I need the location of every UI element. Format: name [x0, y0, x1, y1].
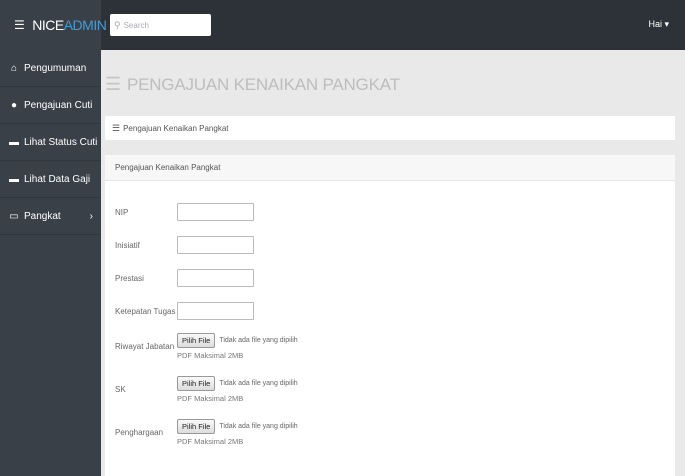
sidebar-item-pengumuman[interactable]: ⌂ Pengumuman — [0, 50, 101, 87]
sidebar-item-label: Pengajuan Cuti — [24, 99, 93, 111]
brand-name-part1: NICE — [32, 17, 64, 33]
choose-file-button[interactable]: Pilih File — [177, 333, 216, 348]
file-upload: Pilih File Tidak ada file yang dipilih P… — [177, 376, 298, 403]
file-status: Tidak ada file yang dipilih — [219, 423, 298, 430]
nip-label: NIP — [115, 207, 129, 217]
inisiatif-field[interactable] — [177, 236, 254, 254]
file-line: Pilih File Tidak ada file yang dipilih — [177, 376, 298, 391]
ketepatan-tugas-field[interactable] — [177, 302, 254, 320]
file-hint: PDF Maksimal 2MB — [177, 437, 244, 446]
file-line: Pilih File Tidak ada file yang dipilih — [177, 419, 298, 434]
sidebar-item-label: Pangkat — [24, 210, 61, 222]
riwayat-jabatan-label: Riwayat Jabatan — [115, 342, 175, 351]
search-box: ⚲ — [110, 14, 211, 36]
hamburger-icon[interactable]: ☰ — [14, 18, 25, 32]
sidebar-item-label: Pengumuman — [24, 62, 87, 74]
breadcrumb-item[interactable]: Pengajuan Kenaikan Pangkat — [123, 124, 228, 133]
search-icon: ⚲ — [114, 19, 121, 30]
dash-icon: ▬ — [9, 173, 19, 185]
page-title: ☰ PENGAJUAN KENAIKAN PANGKAT — [105, 74, 400, 95]
file-line: Pilih File Tidak ada file yang dipilih — [177, 333, 298, 348]
inisiatif-label: Inisiatif — [115, 240, 140, 250]
file-status: Tidak ada file yang dipilih — [219, 337, 298, 344]
circle-icon: ● — [10, 99, 18, 111]
sidebar-item-lihat-status-cuti[interactable]: ▬ Lihat Status Cuti — [0, 124, 101, 161]
riwayat-jabatan-row: Riwayat Jabatan Pilih File Tidak ada fil… — [115, 333, 298, 360]
file-hint: PDF Maksimal 2MB — [177, 351, 244, 360]
dash-icon: ▬ — [9, 136, 19, 148]
chevron-right-icon: › — [89, 210, 93, 222]
breadcrumb: ☰ Pengajuan Kenaikan Pangkat — [105, 116, 675, 140]
brand-logo[interactable]: ☰ NICE ADMIN — [0, 0, 107, 50]
choose-file-button[interactable]: Pilih File — [177, 376, 216, 391]
nip-field[interactable] — [177, 203, 254, 221]
file-upload: Pilih File Tidak ada file yang dipilih P… — [177, 419, 298, 446]
main-content: ☰ PENGAJUAN KENAIKAN PANGKAT ☰ Pengajuan… — [101, 50, 685, 476]
file-status: Tidak ada file yang dipilih — [219, 380, 298, 387]
prestasi-field[interactable] — [177, 269, 254, 287]
ketepatan-tugas-row: Ketepatan Tugas — [115, 302, 254, 320]
sk-row: SK Pilih File Tidak ada file yang dipili… — [115, 376, 298, 403]
list-icon: ☰ — [105, 74, 121, 94]
search-input[interactable] — [123, 20, 202, 30]
sidebar-item-pengajuan-cuti[interactable]: ● Pengajuan Cuti — [0, 87, 101, 124]
panel-heading: Pengajuan Kenaikan Pangkat — [105, 155, 675, 181]
ketepatan-tugas-label: Ketepatan Tugas — [115, 306, 176, 316]
monitor-icon: ▭ — [9, 210, 19, 222]
page-title-text: PENGAJUAN KENAIKAN PANGKAT — [126, 74, 400, 94]
inisiatif-row: Inisiatif — [115, 236, 254, 254]
file-upload: Pilih File Tidak ada file yang dipilih P… — [177, 333, 298, 360]
sk-label: SK — [115, 385, 126, 394]
form-panel: Pengajuan Kenaikan Pangkat NIP Inisiatif… — [105, 155, 675, 476]
sidebar-item-label: Lihat Data Gaji — [24, 173, 91, 185]
sidebar-item-label: Lihat Status Cuti — [24, 136, 98, 148]
penghargaan-row: Penghargaan Pilih File Tidak ada file ya… — [115, 419, 298, 446]
sidebar: ⌂ Pengumuman ● Pengajuan Cuti ▬ Lihat St… — [0, 50, 101, 476]
penghargaan-label: Penghargaan — [115, 428, 164, 437]
sidebar-item-pangkat[interactable]: ▭ Pangkat › — [0, 198, 101, 235]
top-navbar: ☰ NICEADMIN ⚲ Hai ▾ — [0, 0, 685, 50]
home-icon: ⌂ — [10, 62, 18, 74]
brand-name-part2: ADMIN — [63, 17, 107, 33]
choose-file-button[interactable]: Pilih File — [177, 419, 216, 434]
file-hint: PDF Maksimal 2MB — [177, 394, 244, 403]
prestasi-row: Prestasi — [115, 269, 254, 287]
sidebar-item-lihat-data-gaji[interactable]: ▬ Lihat Data Gaji — [0, 161, 101, 198]
user-menu[interactable]: Hai ▾ — [648, 19, 669, 30]
prestasi-label: Prestasi — [115, 273, 144, 283]
nip-row: NIP — [115, 203, 254, 221]
list-icon: ☰ — [112, 122, 121, 133]
